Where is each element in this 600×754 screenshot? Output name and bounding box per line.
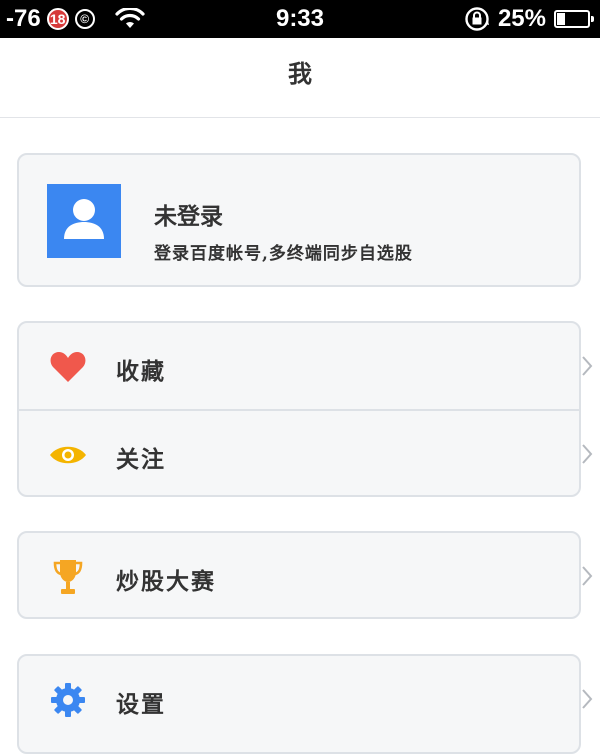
status-bar: -76 18 © 9:33 25%: [0, 0, 600, 38]
nav-bar: 我: [0, 38, 600, 118]
heart-icon: [48, 347, 88, 387]
settings-label: 设置: [116, 691, 166, 718]
status-bar-right: 25%: [464, 5, 594, 33]
menu-item-contest[interactable]: 炒股大赛: [19, 533, 593, 617]
menu-item-follow[interactable]: 关注: [19, 411, 593, 499]
chevron-right-icon: [582, 444, 593, 464]
avatar: [47, 184, 121, 258]
trophy-icon: [48, 557, 88, 597]
follow-label: 关注: [116, 446, 166, 473]
favorites-label: 收藏: [116, 358, 166, 385]
menu-group-2: 炒股大赛: [17, 531, 593, 619]
login-status-title: 未登录: [154, 203, 223, 230]
chevron-right-icon: [582, 689, 593, 709]
page-title: 我: [288, 59, 312, 88]
menu-group-1: 收藏 关注: [17, 321, 593, 499]
gear-icon: [48, 680, 88, 720]
battery-percent: 25%: [497, 5, 546, 32]
user-icon: [64, 199, 104, 239]
chevron-right-icon: [582, 356, 593, 376]
rotation-lock-icon: [464, 6, 490, 32]
chevron-right-icon: [582, 566, 593, 586]
menu-item-favorites[interactable]: 收藏: [19, 323, 593, 411]
eye-icon: [48, 435, 88, 475]
contest-label: 炒股大赛: [116, 568, 216, 595]
menu-group-3: 设置: [17, 654, 593, 754]
login-card[interactable]: 未登录 登录百度帐号,多终端同步自选股: [17, 153, 581, 287]
battery-icon: [554, 10, 594, 28]
battery-fill: [557, 13, 565, 25]
login-prompt: 登录百度帐号,多终端同步自选股: [154, 244, 413, 264]
